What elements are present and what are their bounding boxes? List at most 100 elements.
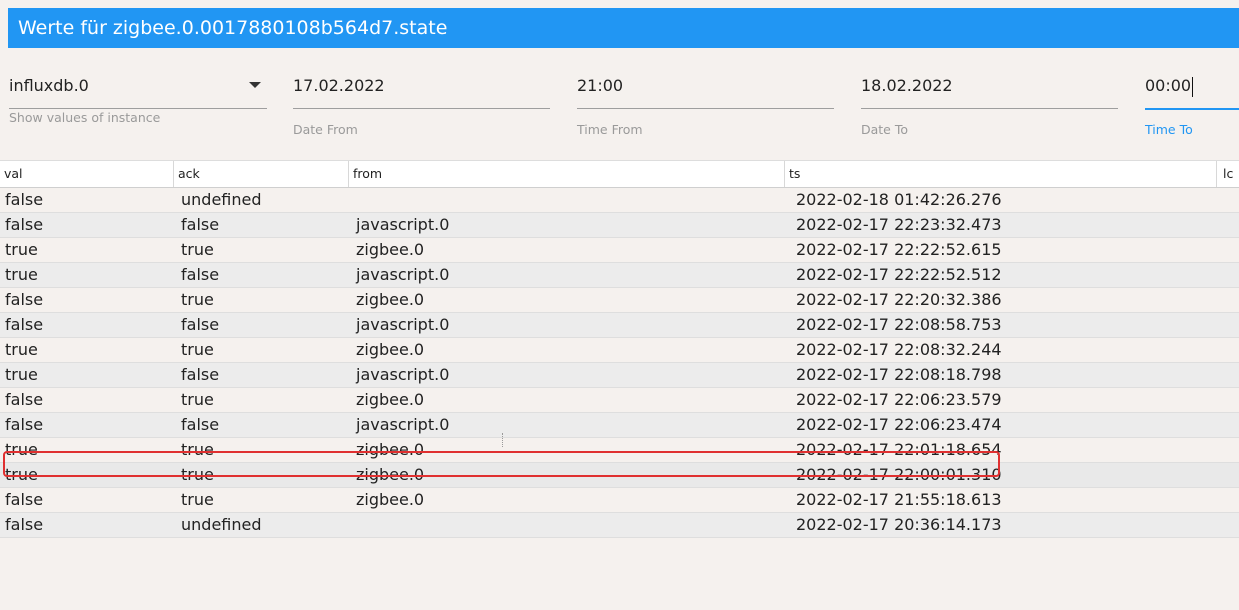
cell-from: zigbee.0 [356, 240, 425, 259]
table-body: false undefined 2022-02-18 01:42:26.276 fal… [0, 188, 1239, 538]
cell-val: true [5, 465, 38, 484]
column-resize-marker [502, 433, 504, 447]
table-row[interactable]: false undefined 2022-02-17 20:36:14.173 [0, 513, 1239, 538]
instance-select[interactable]: influxdb.0 Show values of instance [9, 62, 267, 152]
date-from-underline [293, 108, 550, 109]
cell-from: javascript.0 [356, 265, 450, 284]
cell-from: zigbee.0 [356, 340, 425, 359]
cell-ack: false [181, 415, 220, 434]
table-row[interactable]: true false javascript.0 2022-02-17 22:08:18… [0, 363, 1239, 388]
cell-ts: 2022-02-17 22:00:01.310 [796, 465, 1002, 484]
cell-val: true [5, 265, 38, 284]
time-from-label: Time From [577, 122, 643, 137]
time-to-input[interactable]: 00:00 [1145, 72, 1239, 100]
cell-val: true [5, 240, 38, 259]
table-row[interactable]: false false javascript.0 2022-02-17 22:08:5… [0, 313, 1239, 338]
cell-from: javascript.0 [356, 365, 450, 384]
cell-val: true [5, 340, 38, 359]
time-from-value: 21:00 [577, 76, 624, 95]
cell-ack: undefined [181, 515, 262, 534]
table-row[interactable]: false true zigbee.0 2022-02-17 21:55:18.613 [0, 488, 1239, 513]
cell-ts: 2022-02-17 22:22:52.512 [796, 265, 1002, 284]
cell-ack: false [181, 265, 220, 284]
time-to-field[interactable]: 00:00 Time To [1145, 62, 1239, 152]
cell-from: zigbee.0 [356, 465, 425, 484]
table-row[interactable]: false false javascript.0 2022-02-17 22:06:2… [0, 413, 1239, 438]
time-to-label: Time To [1145, 122, 1193, 137]
cell-ts: 2022-02-17 21:55:18.613 [796, 490, 1002, 509]
cell-ts: 2022-02-18 01:42:26.276 [796, 190, 1002, 209]
table-row[interactable]: true true zigbee.0 2022-02-17 22:08:32.244 [0, 338, 1239, 363]
date-from-value: 17.02.2022 [293, 76, 385, 95]
cell-from: zigbee.0 [356, 290, 425, 309]
cell-ts: 2022-02-17 20:36:14.173 [796, 515, 1002, 534]
cell-ts: 2022-02-17 22:08:18.798 [796, 365, 1002, 384]
time-from-field[interactable]: 21:00 Time From [577, 62, 834, 152]
cell-ts: 2022-02-17 22:08:32.244 [796, 340, 1002, 359]
cell-ack: false [181, 315, 220, 334]
table-row[interactable]: false true zigbee.0 2022-02-17 22:06:23.579 [0, 388, 1239, 413]
cell-ack: true [181, 340, 214, 359]
cell-ack: true [181, 440, 214, 459]
dialog-title: Werte für zigbee.0.0017880108b564d7.stat… [8, 8, 1239, 48]
cell-ts: 2022-02-17 22:22:52.615 [796, 240, 1002, 259]
table-row[interactable]: true true zigbee.0 2022-02-17 22:01:18.654 [0, 438, 1239, 463]
instance-value: influxdb.0 [9, 76, 89, 95]
date-to-value: 18.02.2022 [861, 76, 953, 95]
cell-val: true [5, 365, 38, 384]
cell-val: true [5, 440, 38, 459]
cell-val: false [5, 515, 44, 534]
instance-label: Show values of instance [9, 110, 161, 125]
date-to-label: Date To [861, 122, 909, 137]
header-val[interactable]: val [0, 161, 174, 187]
header-ack[interactable]: ack [174, 161, 349, 187]
cell-from: zigbee.0 [356, 390, 425, 409]
cell-val: false [5, 390, 44, 409]
time-to-value: 00:00 [1145, 76, 1192, 95]
cell-ack: undefined [181, 190, 262, 209]
header-from[interactable]: from [349, 161, 785, 187]
date-to-underline [861, 108, 1118, 109]
cell-ts: 2022-02-17 22:20:32.386 [796, 290, 1002, 309]
table-row[interactable]: false undefined 2022-02-18 01:42:26.276 [0, 188, 1239, 213]
table-row[interactable]: false true zigbee.0 2022-02-17 22:20:32.386 [0, 288, 1239, 313]
table-row[interactable]: false false javascript.0 2022-02-17 22:23:3… [0, 213, 1239, 238]
date-to-field[interactable]: 18.02.2022 Date To [861, 62, 1118, 152]
table-row[interactable]: true true zigbee.0 2022-02-17 22:00:01.310 [0, 463, 1239, 488]
time-to-underline [1145, 108, 1239, 110]
table-row[interactable]: true false javascript.0 2022-02-17 22:22:52… [0, 263, 1239, 288]
values-table: val ack from ts lc false undefined 2022-02… [0, 160, 1239, 538]
cell-ack: false [181, 365, 220, 384]
date-from-label: Date From [293, 122, 358, 137]
instance-underline [9, 108, 267, 109]
cell-from: javascript.0 [356, 415, 450, 434]
cell-ack: false [181, 215, 220, 234]
cell-from: zigbee.0 [356, 490, 425, 509]
cell-ts: 2022-02-17 22:01:18.654 [796, 440, 1002, 459]
header-lc[interactable]: lc [1217, 161, 1239, 187]
cell-val: false [5, 215, 44, 234]
chevron-down-icon[interactable] [249, 82, 261, 88]
cell-ack: true [181, 490, 214, 509]
cell-ack: true [181, 240, 214, 259]
cell-val: false [5, 415, 44, 434]
cell-from: javascript.0 [356, 215, 450, 234]
date-from-field[interactable]: 17.02.2022 Date From [293, 62, 550, 152]
text-cursor [1192, 76, 1194, 97]
cell-ts: 2022-02-17 22:06:23.474 [796, 415, 1002, 434]
cell-from: javascript.0 [356, 315, 450, 334]
cell-ts: 2022-02-17 22:06:23.579 [796, 390, 1002, 409]
cell-val: false [5, 290, 44, 309]
table-row[interactable]: true true zigbee.0 2022-02-17 22:22:52.615 [0, 238, 1239, 263]
cell-val: false [5, 190, 44, 209]
cell-val: false [5, 490, 44, 509]
header-ts[interactable]: ts [785, 161, 1217, 187]
cell-val: false [5, 315, 44, 334]
cell-ts: 2022-02-17 22:08:58.753 [796, 315, 1002, 334]
cell-ack: true [181, 390, 214, 409]
cell-ack: true [181, 465, 214, 484]
cell-ack: true [181, 290, 214, 309]
time-from-underline [577, 108, 834, 109]
cell-from: zigbee.0 [356, 440, 425, 459]
cell-ts: 2022-02-17 22:23:32.473 [796, 215, 1002, 234]
